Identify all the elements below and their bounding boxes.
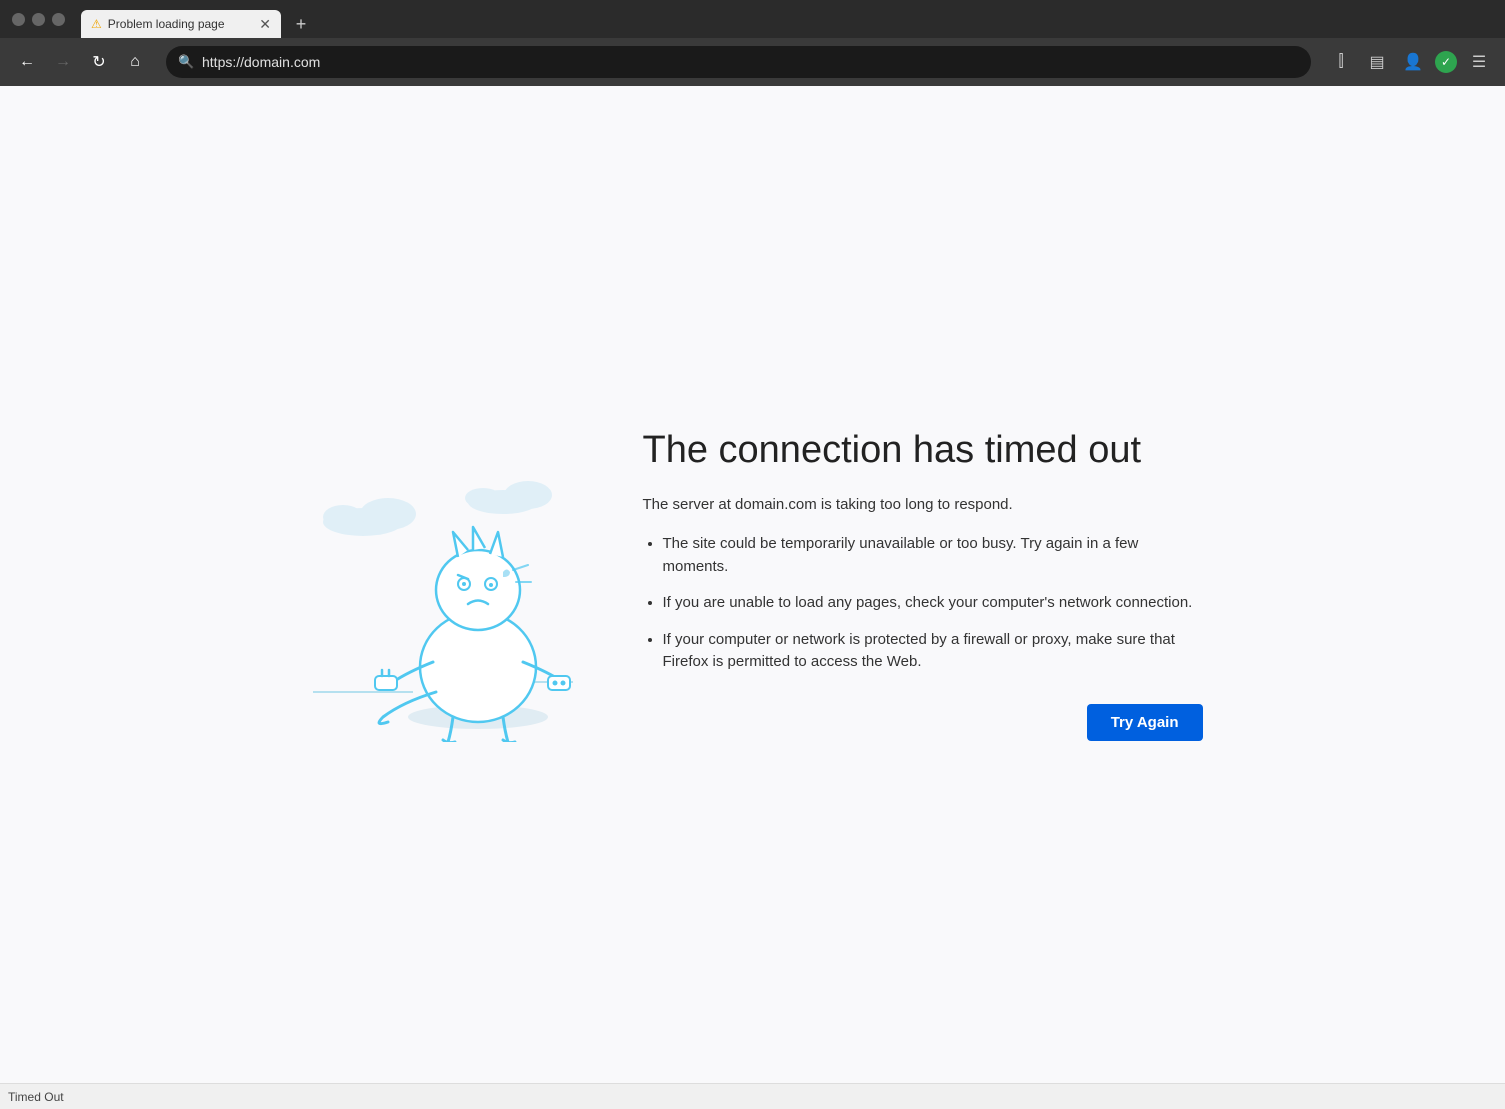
statusbar: Timed Out — [0, 1083, 1505, 1109]
error-list-item-3: If your computer or network is protected… — [663, 629, 1203, 674]
menu-button[interactable]: ☰ — [1465, 48, 1493, 76]
back-button[interactable]: ← — [12, 47, 42, 77]
traffic-light-maximize[interactable] — [52, 13, 65, 26]
address-bar-container: 🔍 — [166, 46, 1311, 78]
forward-button[interactable]: → — [48, 47, 78, 77]
error-content: The connection has timed out The server … — [643, 428, 1203, 740]
error-title: The connection has timed out — [643, 428, 1203, 474]
error-list-item-1: The site could be temporarily unavailabl… — [663, 533, 1203, 578]
traffic-lights — [12, 13, 65, 26]
error-description: The server at domain.com is taking too l… — [643, 496, 1203, 513]
page-content: The connection has timed out The server … — [0, 86, 1505, 1083]
statusbar-text: Timed Out — [8, 1090, 64, 1104]
home-button[interactable]: ⌂ — [120, 47, 150, 77]
profile-icon[interactable]: 👤 — [1399, 48, 1427, 76]
try-again-button[interactable]: Try Again — [1087, 704, 1203, 741]
search-icon: 🔍 — [178, 54, 194, 70]
traffic-light-close[interactable] — [12, 13, 25, 26]
sidebar-icon[interactable]: ▤ — [1363, 48, 1391, 76]
toolbar-right: ⫿ ▤ 👤 ✓ ☰ — [1327, 48, 1493, 76]
tab-bar: ⚠ Problem loading page ✕ + — [81, 0, 1493, 38]
toolbar: ← → ↻ ⌂ 🔍 ⫿ ▤ 👤 ✓ ☰ — [0, 38, 1505, 86]
reload-button[interactable]: ↻ — [84, 47, 114, 77]
active-tab[interactable]: ⚠ Problem loading page ✕ — [81, 10, 281, 38]
traffic-light-minimize[interactable] — [32, 13, 45, 26]
tab-title: Problem loading page — [108, 17, 225, 31]
error-list: The site could be temporarily unavailabl… — [643, 533, 1203, 674]
titlebar: ⚠ Problem loading page ✕ + — [0, 0, 1505, 38]
error-list-item-2: If you are unable to load any pages, che… — [663, 592, 1203, 615]
dino-illustration — [303, 422, 583, 747]
error-container: The connection has timed out The server … — [303, 422, 1203, 747]
bookmarks-icon[interactable]: ⫿ — [1327, 48, 1355, 76]
tab-close-button[interactable]: ✕ — [259, 16, 271, 33]
tab-warning-icon: ⚠ — [91, 17, 102, 31]
address-bar-inner: 🔍 — [166, 46, 1311, 78]
address-input[interactable] — [166, 46, 1311, 78]
new-tab-button[interactable]: + — [287, 10, 315, 38]
shield-icon[interactable]: ✓ — [1435, 51, 1457, 73]
